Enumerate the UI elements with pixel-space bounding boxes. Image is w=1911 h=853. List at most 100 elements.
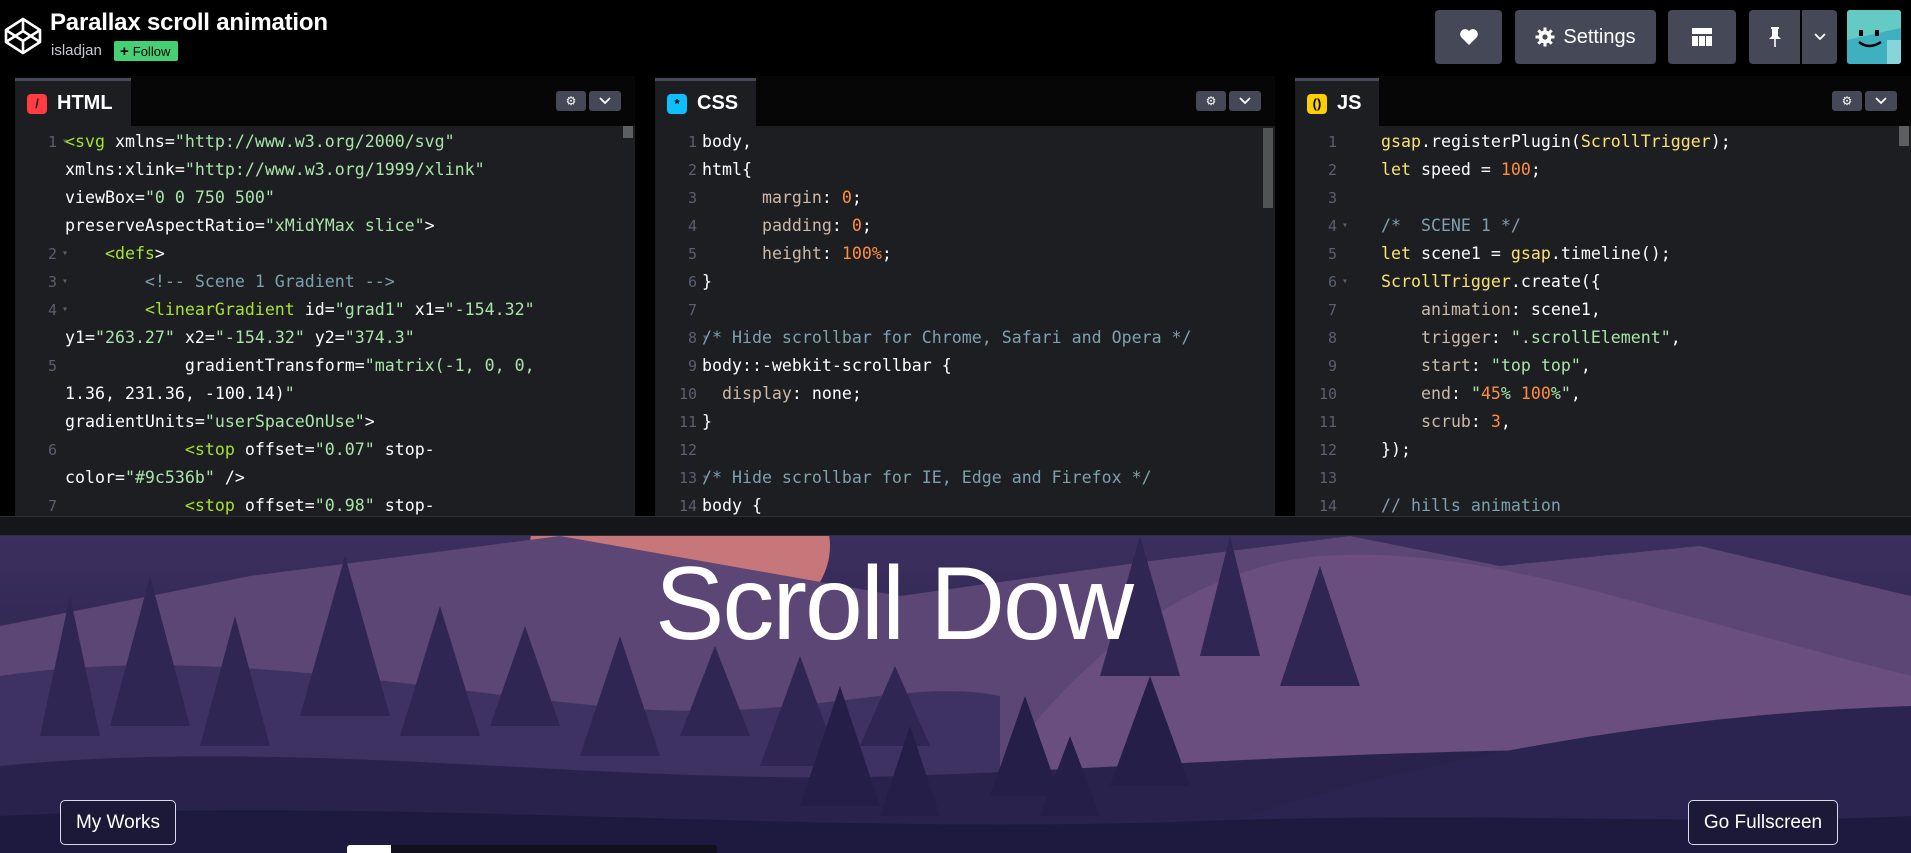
author-name[interactable]: isladjan: [51, 42, 102, 59]
code-line[interactable]: 4 ▾ <linearGradient id="grad1" x1="-154.3…: [15, 296, 635, 324]
code-text: }: [702, 412, 712, 431]
editor-header: / HTML ⚙: [15, 76, 635, 126]
follow-button[interactable]: + Follow: [114, 41, 179, 61]
html-icon: /: [27, 93, 47, 114]
editor-menu-button[interactable]: [1865, 91, 1897, 111]
editor-scrollbar[interactable]: [1263, 128, 1273, 208]
code-line[interactable]: 13 ▾/* Hide scrollbar for IE, Edge and Fi…: [655, 464, 1275, 492]
code-line[interactable]: 6}: [655, 268, 1275, 296]
code-line[interactable]: 8 trigger: ".scrollElement",: [1295, 324, 1911, 352]
code-line[interactable]: 4 ▾ /* SCENE 1 */: [1295, 212, 1911, 240]
line-number: 4: [687, 217, 697, 235]
codepen-logo-icon[interactable]: [2, 15, 44, 57]
tab-css[interactable]: * CSS: [655, 78, 757, 126]
code-line[interactable]: 14 // hills animation: [1295, 492, 1911, 516]
result-preview[interactable]: Scroll Dow: [0, 536, 1911, 853]
code-line[interactable]: 5 let scene1 = gsap.timeline();: [1295, 240, 1911, 268]
code-line[interactable]: 2 let speed = 100;: [1295, 156, 1911, 184]
tab-js[interactable]: () JS: [1295, 78, 1380, 126]
code-line[interactable]: 9 ▾ body::-webkit-scrollbar {: [655, 352, 1275, 380]
code-text: <svg xmlns="http://www.w3.org/2000/svg": [65, 132, 455, 151]
code-line[interactable]: 12});: [1295, 436, 1911, 464]
code-line[interactable]: 4 padding: 0;: [655, 212, 1275, 240]
code-line[interactable]: 1 body,: [655, 128, 1275, 156]
code-line[interactable]: 2 ▾ html{: [655, 156, 1275, 184]
code-area[interactable]: 1 body, 2 ▾ html{3 margin: 0; 4 padding: 0; 5 …: [655, 128, 1275, 516]
editor-menu-button[interactable]: [1229, 91, 1261, 111]
code-line[interactable]: 14 ▾ body {: [655, 492, 1275, 516]
code-line[interactable]: 8 ▾/* Hide scrollbar for Chrome, Safari a…: [655, 324, 1275, 352]
line-number: 14: [678, 497, 697, 515]
line-number: 3: [1327, 189, 1337, 207]
code-line[interactable]: gradientUnits="userSpaceOnUse">: [15, 408, 635, 436]
html-editor[interactable]: / HTML ⚙ 1 ▾ <svg xmlns="http://www.w3.org…: [15, 76, 635, 516]
go-fullscreen-button[interactable]: Go Fullscreen: [1688, 800, 1838, 845]
code-line[interactable]: 7 <stop offset="0.98" stop-: [15, 492, 635, 516]
line-number: 1: [47, 133, 57, 151]
code-text: });: [1381, 440, 1411, 459]
code-line[interactable]: 1 gsap.registerPlugin(ScrollTrigger);: [1295, 128, 1911, 156]
code-text: body {: [702, 496, 762, 515]
js-editor[interactable]: () JS ⚙ 1 gsap.registerPlugin(ScrollTrigg…: [1295, 76, 1911, 516]
pin-button[interactable]: [1749, 10, 1800, 64]
love-button[interactable]: [1435, 10, 1502, 64]
code-line[interactable]: 1.36, 231.36, -100.14)": [15, 380, 635, 408]
editor-settings-button[interactable]: ⚙: [1832, 91, 1862, 111]
code-text: animation: scene1,: [1420, 300, 1601, 319]
my-works-button[interactable]: My Works: [60, 800, 176, 845]
gear-icon: [1535, 27, 1555, 47]
code-line[interactable]: 12: [655, 436, 1275, 464]
fold-arrow-icon[interactable]: ▾: [1342, 268, 1348, 296]
tab-html[interactable]: / HTML: [15, 78, 131, 126]
code-line[interactable]: 3 margin: 0;: [655, 184, 1275, 212]
change-view-button[interactable]: [1668, 10, 1736, 64]
code-line[interactable]: 7: [655, 296, 1275, 324]
chevron-down-icon: [599, 97, 611, 105]
code-line[interactable]: color="#9c536b" />: [15, 464, 635, 492]
line-number: 12: [1318, 441, 1337, 459]
pen-title[interactable]: Parallax scroll animation: [50, 9, 328, 37]
code-line[interactable]: 1 ▾ <svg xmlns="http://www.w3.org/2000/svg…: [15, 128, 635, 156]
user-avatar[interactable]: [1847, 10, 1901, 64]
code-line[interactable]: 10 display: none;: [655, 380, 1275, 408]
code-line[interactable]: 5 gradientTransform="matrix(-1, 0, 0,: [15, 352, 635, 380]
code-line[interactable]: 5 height: 100%;: [655, 240, 1275, 268]
code-line[interactable]: 3 ▾ <!-- Scene 1 Gradient -->: [15, 268, 635, 296]
editor-settings-button[interactable]: ⚙: [1196, 91, 1226, 111]
code-line[interactable]: y1="263.27" x2="-154.32" y2="374.3": [15, 324, 635, 352]
heart-icon: [1459, 29, 1478, 45]
pin-menu-button[interactable]: [1802, 10, 1837, 64]
code-line[interactable]: xmlns:xlink="http://www.w3.org/1999/xlin…: [15, 156, 635, 184]
code-line[interactable]: 10 end: "45% 100%",: [1295, 380, 1911, 408]
editor-scrollbar[interactable]: [623, 126, 633, 138]
code-line[interactable]: 11 scrub: 3,: [1295, 408, 1911, 436]
gear-icon: ⚙: [1841, 94, 1853, 108]
line-number: 13: [678, 469, 697, 487]
plus-icon: +: [120, 42, 129, 60]
scroll-down-headline: Scroll Dow: [655, 552, 1134, 656]
editor-menu-button[interactable]: [589, 91, 621, 111]
line-number: 7: [47, 497, 57, 515]
code-line[interactable]: 7 animation: scene1,: [1295, 296, 1911, 324]
code-line[interactable]: 11}: [655, 408, 1275, 436]
code-line[interactable]: 6 <stop offset="0.07" stop-: [15, 436, 635, 464]
fold-arrow-icon[interactable]: ▾: [1342, 212, 1348, 240]
code-line[interactable]: 13: [1295, 464, 1911, 492]
css-editor[interactable]: * CSS ⚙ 1 body, 2 ▾ html{3 margin: 0; 4 paddi…: [655, 76, 1275, 516]
code-line[interactable]: 2 ▾ <defs>: [15, 240, 635, 268]
code-area[interactable]: 1 gsap.registerPlugin(ScrollTrigger); 2 let…: [1295, 128, 1911, 516]
code-line[interactable]: 9 start: "top top",: [1295, 352, 1911, 380]
code-text: viewBox="0 0 750 500": [65, 188, 275, 207]
code-area[interactable]: 1 ▾ <svg xmlns="http://www.w3.org/2000/svg…: [15, 128, 635, 516]
code-line[interactable]: viewBox="0 0 750 500": [15, 184, 635, 212]
editor-settings-button[interactable]: ⚙: [556, 91, 586, 111]
editor-scrollbar[interactable]: [1899, 126, 1909, 146]
code-text: gradientUnits="userSpaceOnUse">: [65, 412, 375, 431]
code-line[interactable]: 3: [1295, 184, 1911, 212]
panel-resizer[interactable]: [0, 516, 1911, 536]
code-line[interactable]: preserveAspectRatio="xMidYMax slice">: [15, 212, 635, 240]
code-text: /* Hide scrollbar for Chrome, Safari and…: [702, 328, 1192, 347]
settings-button[interactable]: Settings: [1515, 10, 1656, 64]
line-number: 6: [687, 273, 697, 291]
code-line[interactable]: 6 ▾ ScrollTrigger.create({: [1295, 268, 1911, 296]
